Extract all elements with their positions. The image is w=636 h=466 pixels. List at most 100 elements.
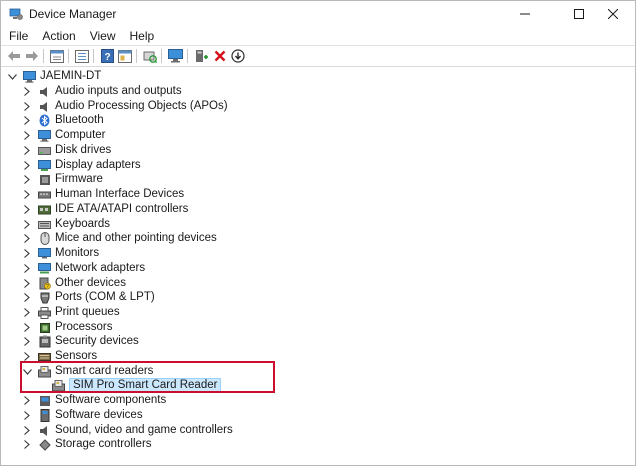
tree-item-sim-pro-reader[interactable]: SIM Pro Smart Card Reader (52, 378, 222, 393)
tree-item-processors[interactable]: Processors (22, 320, 113, 335)
tree-item-bluetooth[interactable]: Bluetooth (22, 113, 104, 128)
smartcard-reader-icon (38, 365, 51, 378)
chevron-right-icon[interactable] (22, 161, 32, 171)
tree-item-ports[interactable]: Ports (COM & LPT) (22, 290, 155, 305)
tree-item-label: Software devices (55, 409, 143, 421)
chevron-right-icon[interactable] (22, 264, 32, 274)
bluetooth-icon (38, 114, 51, 127)
tree-item-software-devices[interactable]: Software devices (22, 408, 143, 423)
show-hide-button[interactable] (74, 48, 90, 64)
tree-item-security[interactable]: Security devices (22, 334, 139, 349)
processor-icon (38, 321, 51, 334)
display-icon (38, 159, 51, 172)
tree-item-firmware[interactable]: Firmware (22, 172, 103, 187)
other-device-icon: ? (38, 277, 51, 290)
chevron-right-icon[interactable] (22, 411, 32, 421)
update-driver-button[interactable] (194, 48, 210, 64)
firmware-icon (38, 173, 51, 186)
details-button[interactable] (117, 48, 133, 64)
tree-item-monitors[interactable]: Monitors (22, 246, 99, 261)
chevron-right-icon[interactable] (22, 249, 32, 259)
download-button[interactable] (230, 48, 246, 64)
chevron-down-icon[interactable] (7, 72, 17, 82)
tree-item-audio-inputs[interactable]: Audio inputs and outputs (22, 84, 182, 99)
tree-item-label: Print queues (55, 306, 120, 318)
tree-item-mice[interactable]: Mice and other pointing devices (22, 231, 217, 246)
close-icon (608, 9, 618, 19)
tree-item-label: Monitors (55, 247, 100, 259)
chevron-right-icon[interactable] (22, 337, 32, 347)
update-driver-icon (196, 50, 208, 62)
tree-item-ide[interactable]: IDE ATA/ATAPI controllers (22, 202, 188, 217)
tree-item-print-queues[interactable]: Print queues (22, 305, 120, 320)
chevron-down-icon[interactable] (22, 367, 32, 377)
smartcard-reader-icon (52, 379, 65, 392)
chevron-right-icon[interactable] (22, 323, 32, 333)
help-icon: ? (100, 49, 114, 63)
minimize-button[interactable] (503, 1, 547, 27)
device-manager-app-icon (9, 7, 23, 21)
menu-help[interactable]: Help (123, 29, 162, 43)
tree-item-label: Sound, video and game controllers (55, 424, 233, 436)
toolbar: ? (1, 45, 635, 67)
tree-item-computer[interactable]: Computer (22, 128, 106, 143)
device-manager-window: Device Manager File Action View Help ? J… (0, 0, 636, 466)
tree-item-keyboards[interactable]: Keyboards (22, 217, 110, 232)
menu-view[interactable]: View (83, 29, 123, 43)
tree-item-display-adapters[interactable]: Display adapters (22, 158, 141, 173)
chevron-right-icon[interactable] (22, 234, 32, 244)
tree-item-storage-controllers[interactable]: Storage controllers (22, 437, 152, 452)
mouse-icon (38, 232, 51, 245)
close-button[interactable] (591, 1, 635, 27)
tree-item-audio-processing[interactable]: Audio Processing Objects (APOs) (22, 99, 228, 114)
scan-hardware-button[interactable] (142, 48, 158, 64)
toolbar-separator (43, 49, 44, 63)
chevron-right-icon[interactable] (22, 205, 32, 215)
window-title: Device Manager (29, 7, 117, 21)
chevron-right-icon[interactable] (22, 308, 32, 318)
tree-item-smart-card-readers[interactable]: Smart card readers (22, 364, 153, 379)
disk-icon (38, 144, 51, 157)
chevron-right-icon[interactable] (22, 131, 32, 141)
uninstall-button[interactable] (212, 48, 228, 64)
chevron-right-icon[interactable] (22, 293, 32, 303)
tree-item-label: Disk drives (55, 144, 112, 156)
tree-item-label: Keyboards (55, 218, 110, 230)
tree-item-disk-drives[interactable]: Disk drives (22, 143, 111, 158)
menu-file[interactable]: File (1, 29, 35, 43)
tree-item-sound-video[interactable]: Sound, video and game controllers (22, 423, 233, 438)
monitor-button[interactable] (167, 48, 183, 64)
tree-item-label: Storage controllers (55, 438, 152, 450)
tree-item-label: Network adapters (55, 262, 146, 274)
back-button[interactable] (6, 48, 22, 64)
back-icon (8, 51, 20, 61)
software-device-icon (38, 409, 51, 422)
tree-item-hid[interactable]: Human Interface Devices (22, 187, 184, 202)
chevron-right-icon[interactable] (22, 190, 32, 200)
properties-button[interactable] (49, 48, 65, 64)
chevron-right-icon[interactable] (22, 116, 32, 126)
tree-item-software-components[interactable]: Software components (22, 393, 166, 408)
device-tree[interactable]: JAEMIN-DT Audio inputs and outputs Audio… (1, 67, 635, 465)
tree-item-sensors[interactable]: Sensors (22, 349, 97, 364)
security-icon (38, 335, 51, 348)
menu-action[interactable]: Action (35, 29, 82, 43)
chevron-right-icon[interactable] (22, 279, 32, 289)
forward-icon (26, 51, 38, 61)
chevron-right-icon[interactable] (22, 396, 32, 406)
tree-item-network[interactable]: Network adapters (22, 261, 145, 276)
help-button[interactable]: ? (99, 48, 115, 64)
chevron-right-icon[interactable] (22, 146, 32, 156)
forward-button[interactable] (24, 48, 40, 64)
chevron-right-icon[interactable] (22, 440, 32, 450)
tree-item-other-devices[interactable]: ? Other devices (22, 276, 126, 291)
chevron-right-icon[interactable] (22, 102, 32, 112)
tree-item-label: Smart card readers (55, 365, 154, 377)
chevron-right-icon[interactable] (22, 352, 32, 362)
tree-root[interactable]: JAEMIN-DT (7, 69, 101, 84)
chevron-right-icon[interactable] (22, 87, 32, 97)
chevron-right-icon[interactable] (22, 426, 32, 436)
chevron-right-icon[interactable] (22, 220, 32, 230)
tree-item-label: Security devices (55, 335, 139, 347)
chevron-right-icon[interactable] (22, 175, 32, 185)
